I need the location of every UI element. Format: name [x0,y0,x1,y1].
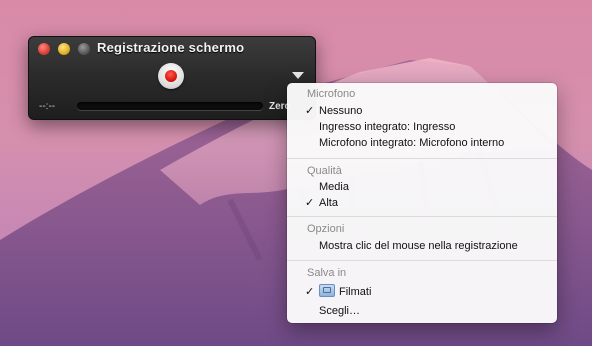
menu-item-label: Nessuno [319,105,363,117]
window-zoom-button[interactable] [78,43,90,55]
menu-item-label: Microfono integrato: Microfono interno [319,137,505,149]
menu-item-label: Filmati [339,286,372,298]
checkmark-icon: ✓ [305,286,315,298]
menu-header-microphone: Microfono [307,88,356,100]
menu-item-label: Media [319,181,349,193]
menu-item-label: Mostra clic del mouse nella registrazion… [319,240,518,252]
menu-separator [287,158,557,159]
movies-folder-icon [319,284,335,297]
elapsed-time: --:-- [39,101,56,112]
menu-item-label: Scegli… [319,305,360,317]
menu-header-save-in: Salva in [307,267,347,279]
menu-item-mic-internal[interactable]: Microfono integrato: Microfono interno [287,135,557,151]
recording-options-menu: Microfono ✓ Nessuno Ingresso integrato: … [287,83,557,323]
recording-progress-track [77,102,263,110]
menu-item-quality-medium[interactable]: Media [287,179,557,195]
menu-separator [287,260,557,261]
window-close-button[interactable] [38,43,50,55]
menu-header-quality: Qualità [307,165,342,177]
menu-item-choose-location[interactable]: Scegli… [287,303,557,319]
menu-item-show-mouse-clicks[interactable]: Mostra clic del mouse nella registrazion… [287,238,557,254]
menu-item-save-movies[interactable]: ✓ Filmati [287,284,557,300]
record-icon [165,70,177,82]
window-minimize-button[interactable] [58,43,70,55]
menu-item-label: Ingresso integrato: Ingresso [319,121,456,133]
screen-recording-window: Registrazione schermo --:-- Zero [28,36,316,120]
menu-item-mic-builtin-input[interactable]: Ingresso integrato: Ingresso [287,119,557,135]
menu-item-mic-none[interactable]: ✓ Nessuno [287,103,557,119]
window-title: Registrazione schermo [97,40,245,55]
menu-separator [287,216,557,217]
record-button[interactable] [158,63,184,89]
menu-header-options: Opzioni [307,223,345,235]
checkmark-icon: ✓ [305,105,315,117]
menu-item-label: Alta [319,197,338,209]
options-menu-arrow-icon[interactable] [292,72,304,79]
checkmark-icon: ✓ [305,197,315,209]
menu-item-quality-high[interactable]: ✓ Alta [287,195,557,211]
